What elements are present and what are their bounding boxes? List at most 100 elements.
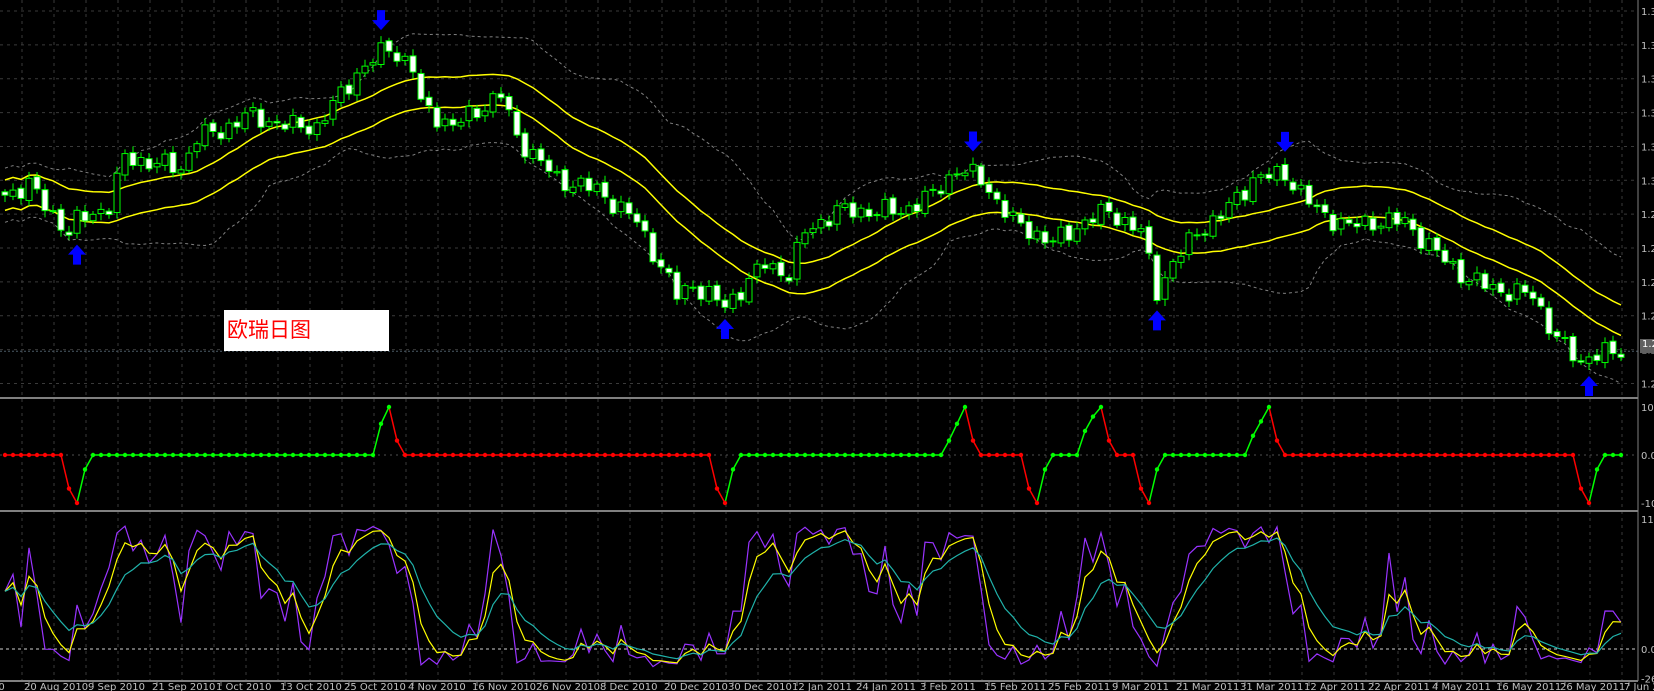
date-axis-label: 9 Mar 2011	[1112, 682, 1169, 691]
trend-point	[490, 452, 496, 458]
trend-point	[1530, 452, 1536, 458]
candle	[73, 205, 81, 239]
trend-point	[1482, 452, 1488, 458]
trend-segment	[388, 406, 398, 441]
candle	[305, 119, 313, 140]
candle	[393, 45, 401, 67]
candle	[985, 177, 993, 200]
trend-point	[138, 452, 144, 458]
trend-point	[818, 452, 824, 458]
candle	[105, 207, 113, 219]
candle-body-bear	[825, 220, 833, 227]
candle	[961, 169, 969, 181]
arrow-up-icon	[1148, 310, 1166, 331]
arrow-down-icon	[372, 10, 390, 31]
candle-body-bull	[857, 207, 865, 218]
trend-point	[1266, 404, 1272, 410]
candle-body-bear	[1521, 284, 1529, 293]
candle	[889, 194, 897, 221]
trend-point	[1458, 452, 1464, 458]
candle-body-bear	[1201, 233, 1209, 236]
trend-point	[706, 452, 712, 458]
candle-body-bear	[1025, 221, 1033, 240]
trend-point	[1218, 452, 1224, 458]
candle-body-bear	[985, 183, 993, 193]
trend-point	[98, 452, 104, 458]
candle	[1385, 206, 1393, 232]
candle	[353, 67, 361, 101]
candle	[705, 279, 713, 305]
date-axis-label: 16 Nov 2010	[472, 682, 536, 691]
candle-body-bear	[1305, 184, 1313, 205]
candle-body-bear	[1537, 297, 1545, 307]
trend-segment	[1020, 454, 1030, 489]
candle-body-bear	[721, 299, 729, 308]
candle-body-bull	[177, 169, 185, 174]
trend-point	[58, 452, 64, 458]
candle-body-bull	[1097, 203, 1105, 225]
trend-segment	[60, 454, 70, 489]
trend-point	[1106, 438, 1112, 443]
candle	[1049, 236, 1057, 248]
candle-body-bear	[505, 96, 513, 111]
trend-segment	[956, 406, 966, 425]
candle	[1121, 211, 1129, 232]
candle	[1561, 330, 1569, 344]
trend-point	[1202, 452, 1208, 458]
trend-point	[1242, 452, 1248, 458]
candle-body-bear	[1129, 216, 1137, 231]
trend-point	[906, 452, 912, 458]
trend-point	[458, 452, 464, 458]
trend-point	[474, 452, 480, 458]
candle-body-bull	[49, 210, 57, 213]
candle	[1145, 220, 1153, 260]
candle	[801, 228, 809, 248]
arrow-up-icon	[716, 319, 734, 340]
trend-point	[122, 452, 128, 458]
candle	[1377, 222, 1385, 235]
trend-point	[1306, 452, 1312, 458]
candle-body-bear	[1617, 353, 1625, 358]
candle	[97, 202, 105, 221]
candle-body-bull	[953, 173, 961, 176]
candle-body-bear	[689, 286, 697, 289]
trend-point	[154, 452, 160, 458]
candle	[209, 119, 217, 138]
trend-point	[10, 452, 16, 458]
candle-body-bear	[233, 121, 241, 128]
trend-point	[1082, 428, 1088, 434]
candle	[81, 205, 89, 228]
candle	[1113, 207, 1121, 229]
candle-body-bear	[929, 188, 937, 191]
trend-point	[618, 452, 624, 458]
arrow-down-icon	[964, 131, 982, 152]
date-axis-label: 25 Feb 2011	[1048, 682, 1110, 691]
trend-axis-label: 0.0	[1641, 451, 1654, 462]
trend-point	[322, 452, 328, 458]
candle-body-bear	[913, 203, 921, 212]
trend-segment	[68, 488, 78, 504]
trend-point	[1154, 467, 1160, 472]
candle-body-bear	[665, 267, 673, 274]
chart-title-box: 欧瑞日图	[224, 310, 389, 351]
date-axis-label: 4 May 2011	[1432, 682, 1491, 691]
candle	[1209, 209, 1217, 240]
candle	[161, 149, 169, 171]
trend-point	[434, 452, 440, 458]
candle	[1329, 209, 1337, 236]
trend-point	[882, 452, 888, 458]
candle	[825, 215, 833, 231]
candle	[545, 154, 553, 178]
candle-body-bear	[1065, 224, 1073, 241]
candle-body-bull	[817, 219, 825, 229]
trend-point	[714, 486, 720, 491]
candle-body-bear	[601, 181, 609, 198]
candle	[57, 204, 65, 237]
trend-point	[1610, 452, 1616, 458]
trend-point	[1298, 452, 1304, 458]
trend-point	[1026, 486, 1032, 491]
trend-point	[410, 452, 416, 458]
trend-point	[666, 452, 672, 458]
candle	[313, 118, 321, 141]
trend-point	[274, 452, 280, 458]
